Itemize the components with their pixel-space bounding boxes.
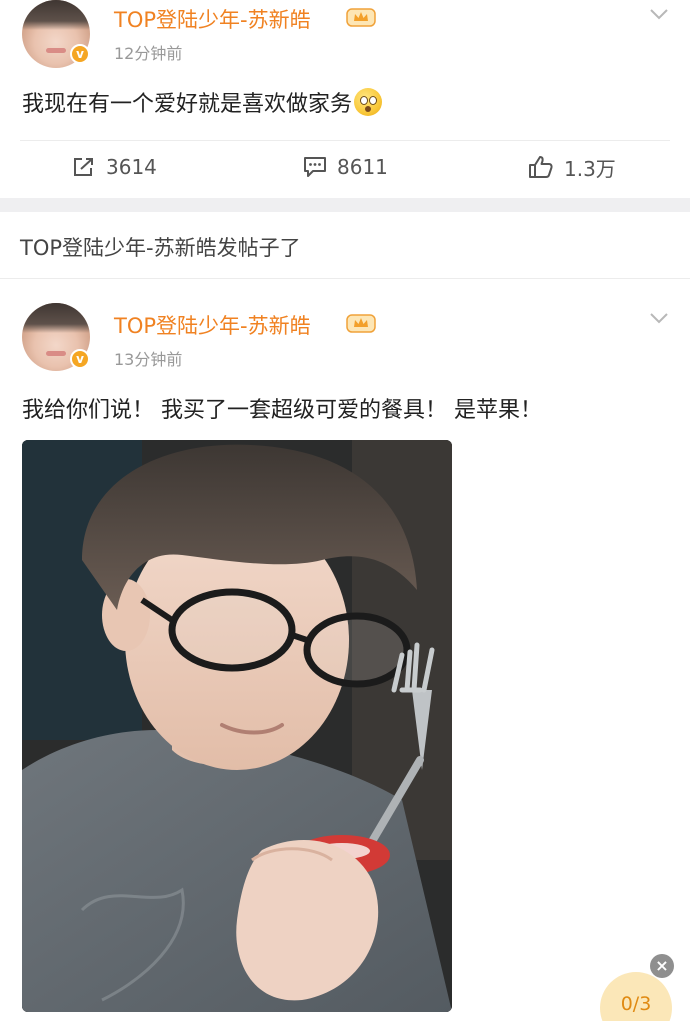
like-icon bbox=[529, 156, 553, 178]
post-text: 我给你们说！ 我买了一套超级可爱的餐具！ 是苹果！ bbox=[22, 398, 542, 423]
post-username[interactable]: TOP登陆少年-苏新皓 bbox=[114, 310, 311, 340]
verified-badge-icon: v bbox=[70, 44, 90, 64]
post-card: v TOP登陆少年-苏新皓 12分钟前 我现在有一个爱好就是喜欢做家务 3614 bbox=[0, 0, 690, 198]
verified-badge-icon: v bbox=[70, 349, 90, 369]
repost-button[interactable]: 3614 bbox=[72, 150, 157, 184]
comment-icon bbox=[304, 157, 326, 177]
chevron-down-icon[interactable] bbox=[649, 8, 669, 20]
weibo-feed: v TOP登陆少年-苏新皓 12分钟前 我现在有一个爱好就是喜欢做家务 3614 bbox=[0, 0, 690, 1021]
section-separator bbox=[0, 198, 690, 212]
chevron-down-icon[interactable] bbox=[649, 312, 669, 324]
post-photo[interactable] bbox=[22, 440, 452, 1012]
repost-count: 3614 bbox=[106, 155, 157, 179]
post-timestamp: 12分钟前 bbox=[114, 44, 183, 63]
astonished-face-emoji bbox=[354, 88, 383, 116]
repost-icon bbox=[74, 158, 93, 176]
like-button[interactable]: 1.3万 bbox=[528, 150, 616, 184]
comment-button[interactable]: 8611 bbox=[303, 150, 388, 184]
post-text-content: 我现在有一个爱好就是喜欢做家务 bbox=[22, 92, 353, 117]
like-count: 1.3万 bbox=[564, 156, 616, 181]
post-text: 我现在有一个爱好就是喜欢做家务 bbox=[22, 86, 383, 118]
post-timestamp: 13分钟前 bbox=[114, 350, 183, 369]
divider bbox=[0, 278, 690, 279]
feed-notice[interactable]: TOP登陆少年-苏新皓发帖子了 bbox=[20, 232, 301, 262]
close-icon[interactable]: × bbox=[650, 954, 674, 978]
crown-badge-icon bbox=[346, 8, 376, 27]
crown-badge-icon bbox=[346, 314, 376, 333]
image-page-indicator[interactable]: 0/3 bbox=[600, 972, 672, 1021]
divider bbox=[20, 140, 670, 141]
comment-count: 8611 bbox=[337, 155, 388, 179]
post-username[interactable]: TOP登陆少年-苏新皓 bbox=[114, 4, 311, 34]
